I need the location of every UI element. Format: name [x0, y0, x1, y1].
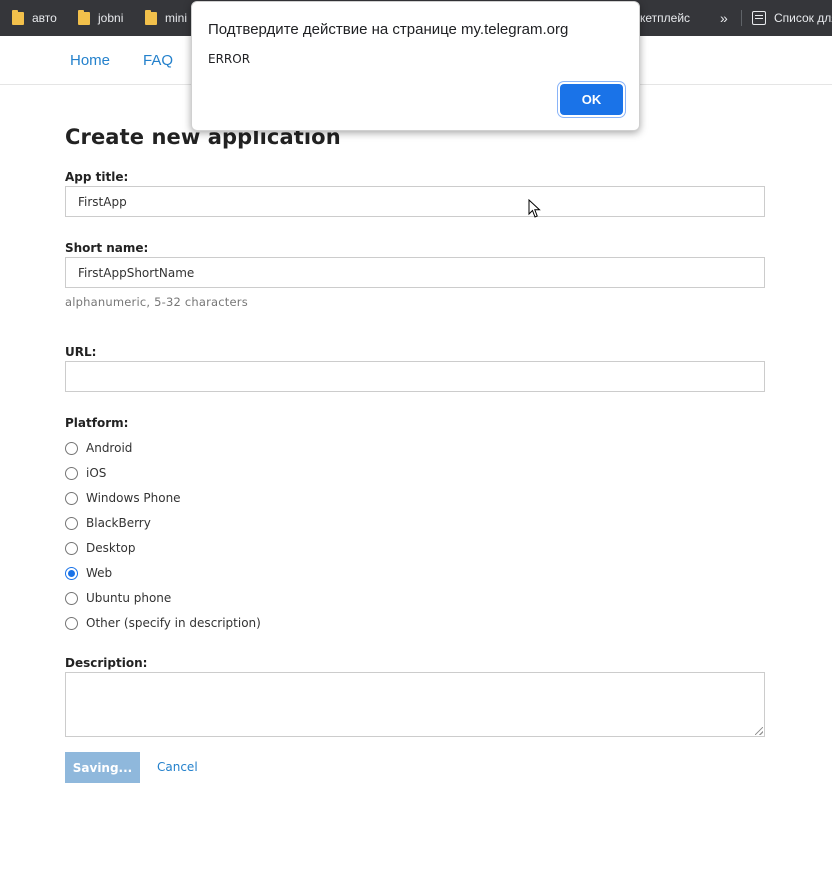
radio-button[interactable]	[65, 466, 78, 480]
save-button[interactable]: Saving...	[65, 752, 140, 783]
bookmark-label: mini	[165, 11, 188, 25]
radio-button[interactable]	[65, 441, 78, 455]
cancel-link[interactable]: Cancel	[157, 760, 198, 774]
url-input[interactable]	[65, 361, 765, 392]
mouse-cursor-icon	[528, 199, 541, 218]
nav-home-link[interactable]: Home	[70, 52, 110, 69]
platform-option-label: Windows Phone	[86, 491, 181, 505]
nav-faq-link[interactable]: FAQ	[143, 52, 173, 69]
platform-option-ubuntu-phone[interactable]: Ubuntu phone	[65, 589, 171, 607]
short-name-label: Short name:	[65, 241, 149, 255]
bookmark-label: авто	[32, 11, 57, 25]
radio-button[interactable]	[65, 616, 78, 630]
platform-option-label: Android	[86, 441, 133, 455]
app-title-label: App title:	[65, 170, 129, 184]
bookmark-auto[interactable]: авто	[12, 0, 57, 36]
platform-option-label: BlackBerry	[86, 516, 151, 530]
folder-icon	[145, 9, 157, 25]
bookmark-label: кетплейс	[640, 11, 691, 25]
description-label: Description:	[65, 656, 148, 670]
platform-option-label: Other (specify in description)	[86, 616, 261, 630]
folder-icon	[12, 9, 24, 25]
confirm-dialog: Подтвердите действие на странице my.tele…	[191, 1, 640, 131]
platform-label: Platform:	[65, 416, 129, 430]
platform-option-desktop[interactable]: Desktop	[65, 539, 136, 557]
description-textarea[interactable]	[65, 672, 765, 737]
bookmark-label: jobni	[98, 11, 124, 25]
platform-option-windows-phone[interactable]: Windows Phone	[65, 489, 181, 507]
radio-button[interactable]	[65, 516, 78, 530]
bookmark-marketplace[interactable]: кетплейс	[640, 0, 690, 36]
bookmarks-separator	[741, 10, 742, 26]
radio-button-checked[interactable]	[65, 566, 78, 580]
bookmark-jobni[interactable]: jobni	[78, 0, 123, 36]
url-label: URL:	[65, 345, 97, 359]
dialog-message: ERROR	[208, 52, 251, 66]
platform-option-label: Web	[86, 566, 113, 580]
platform-option-ios[interactable]: iOS	[65, 464, 106, 482]
platform-option-label: Desktop	[86, 541, 136, 555]
resize-handle-icon[interactable]	[755, 727, 763, 735]
app-title-input[interactable]: FirstApp	[65, 186, 765, 217]
radio-button[interactable]	[65, 591, 78, 605]
short-name-hint: alphanumeric, 5-32 characters	[65, 295, 248, 309]
platform-option-android[interactable]: Android	[65, 439, 132, 457]
radio-button[interactable]	[65, 541, 78, 555]
platform-option-label: Ubuntu phone	[86, 591, 172, 605]
bookmarks-overflow-button[interactable]: »	[720, 0, 728, 36]
radio-button[interactable]	[65, 491, 78, 505]
bookmark-mini[interactable]: mini	[145, 0, 187, 36]
platform-option-label: iOS	[86, 466, 107, 480]
folder-icon	[78, 9, 90, 25]
ok-button[interactable]: OK	[560, 84, 623, 115]
reading-list-icon	[752, 11, 766, 25]
platform-option-web[interactable]: Web	[65, 564, 112, 582]
dialog-title: Подтвердите действие на странице my.tele…	[208, 21, 569, 38]
platform-option-other[interactable]: Other (specify in description)	[65, 614, 261, 632]
short-name-input[interactable]: FirstAppShortName	[65, 257, 765, 288]
reading-list-button[interactable]: Список для	[752, 0, 832, 36]
platform-option-blackberry[interactable]: BlackBerry	[65, 514, 151, 532]
reading-list-label: Список для	[774, 11, 832, 25]
